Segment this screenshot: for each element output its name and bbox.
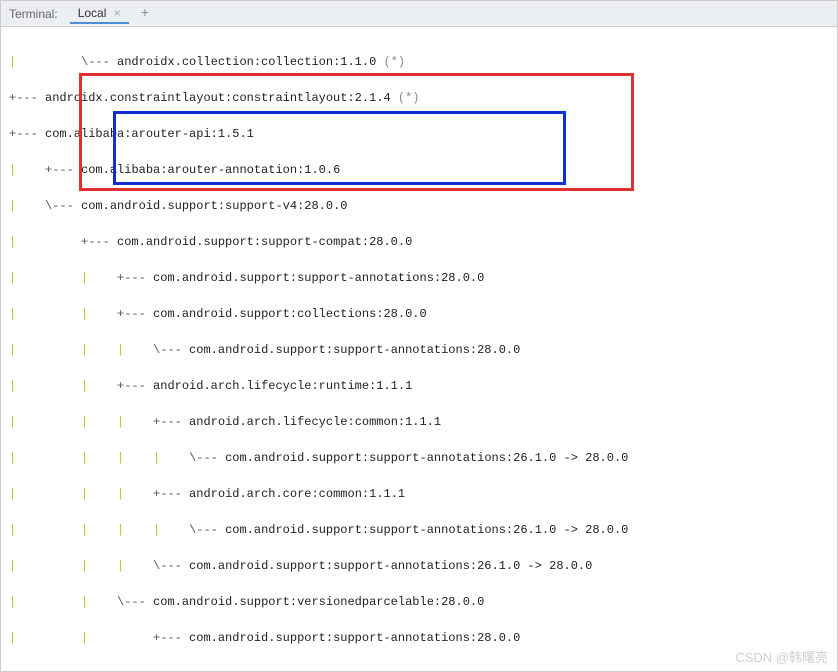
dep-line: +--- com.alibaba:arouter-api:1.5.1: [9, 125, 829, 143]
terminal-output: | \--- androidx.collection:collection:1.…: [1, 27, 837, 647]
dep-line: | | | \--- com.android.support:support-a…: [9, 341, 829, 359]
terminal-header: Terminal: Local × +: [1, 1, 837, 27]
close-icon[interactable]: ×: [114, 6, 121, 20]
dep-line: | | | | \--- com.android.support:support…: [9, 449, 829, 467]
tab-local[interactable]: Local ×: [70, 4, 129, 24]
dep-line: | | | \--- com.android.support:support-a…: [9, 557, 829, 575]
terminal-label: Terminal:: [9, 7, 58, 21]
dep-line: | | +--- android.arch.lifecycle:runtime:…: [9, 377, 829, 395]
tab-local-label: Local: [78, 6, 107, 20]
add-tab-button[interactable]: +: [135, 6, 155, 22]
dep-line: | | | +--- android.arch.core:common:1.1.…: [9, 485, 829, 503]
dep-line: | +--- com.android.support:support-compa…: [9, 233, 829, 251]
dep-line: | +--- com.alibaba:arouter-annotation:1.…: [9, 161, 829, 179]
watermark: CSDN @韩曙亮: [735, 647, 828, 666]
dep-line: | | | | \--- com.android.support:support…: [9, 521, 829, 539]
dep-line: | \--- androidx.collection:collection:1.…: [9, 53, 829, 71]
dep-line: | | \--- com.android.support:versionedpa…: [9, 593, 829, 611]
dep-line: | | +--- com.android.support:support-ann…: [9, 269, 829, 287]
dep-line: | | +--- com.android.support:support-ann…: [9, 629, 829, 647]
dep-line: | \--- com.android.support:support-v4:28…: [9, 197, 829, 215]
dep-line: | | | +--- android.arch.lifecycle:common…: [9, 413, 829, 431]
dep-line: | | +--- com.android.support:collections…: [9, 305, 829, 323]
dep-line: +--- androidx.constraintlayout:constrain…: [9, 89, 829, 107]
